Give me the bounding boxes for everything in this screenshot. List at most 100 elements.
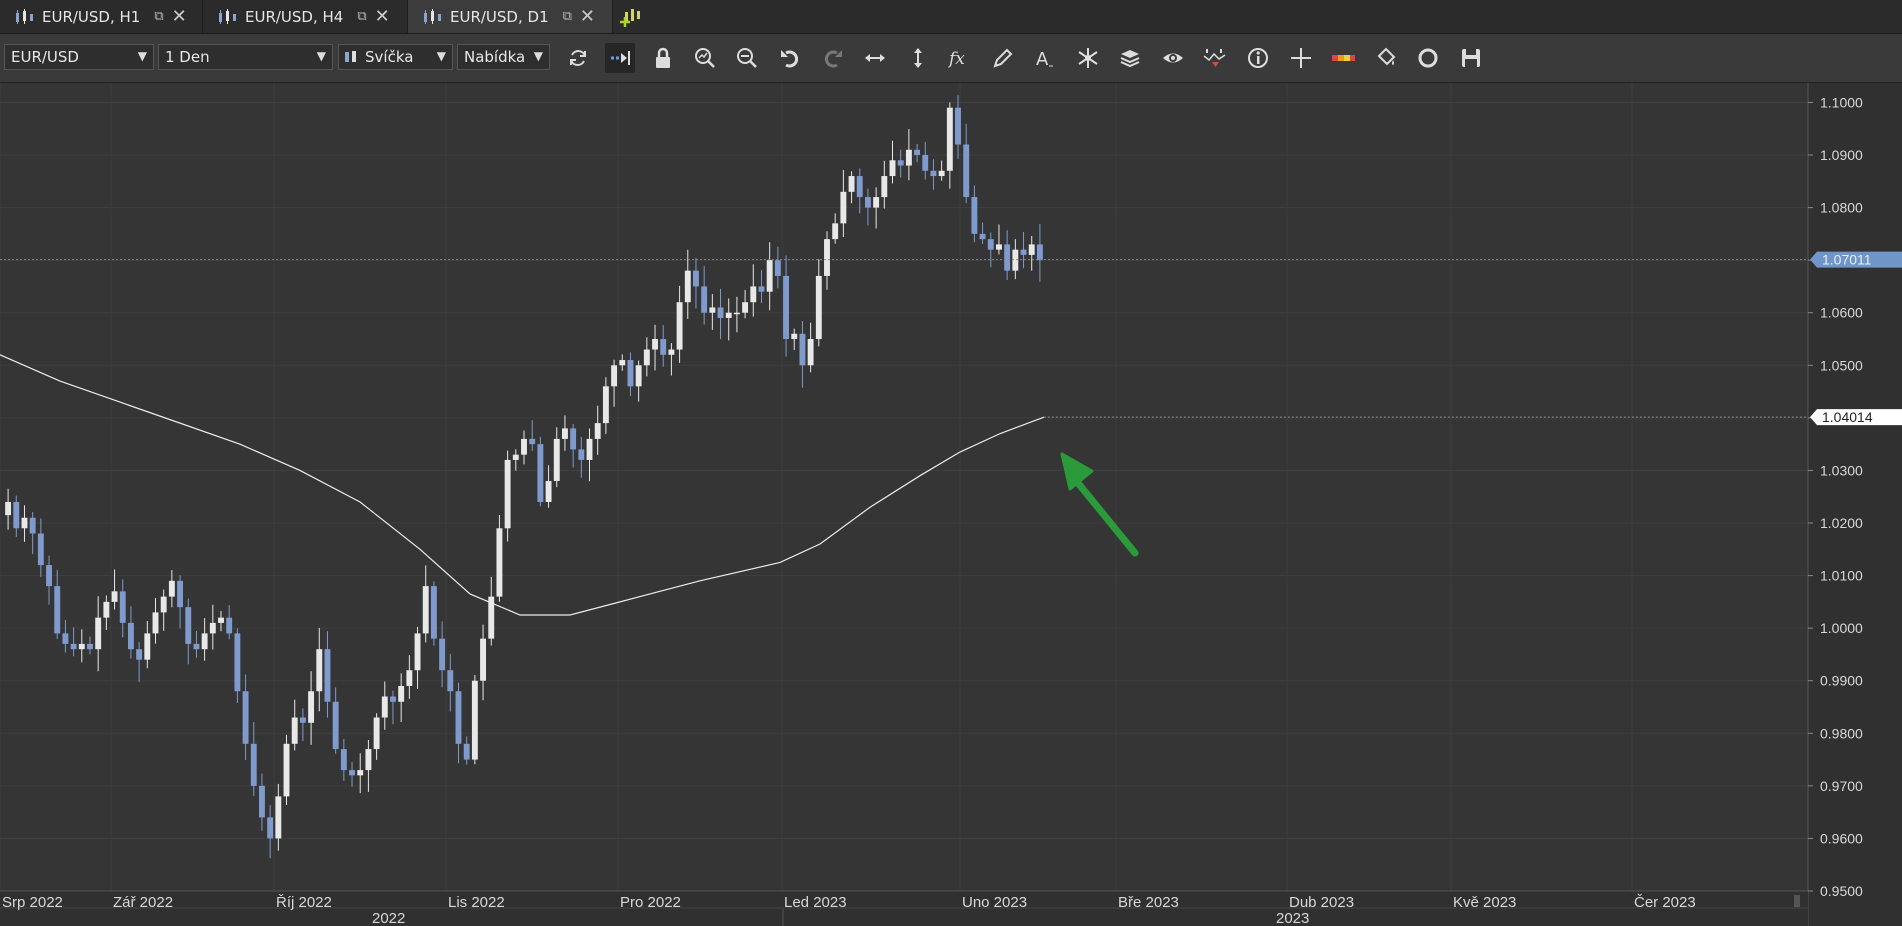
candle-body (897, 160, 904, 166)
x-tick-label: Kvě 2023 (1453, 894, 1516, 911)
candle-body (242, 691, 249, 744)
lock-button[interactable] (648, 43, 678, 73)
candle-body (152, 612, 159, 634)
period-select[interactable]: 1 Den ▼ (158, 44, 333, 70)
zoom-in-icon (695, 48, 715, 68)
candle-body (578, 449, 585, 460)
close-icon[interactable]: ✕ (580, 6, 595, 27)
popout-icon[interactable]: ⧉ (154, 9, 163, 24)
signals-button[interactable] (1200, 43, 1230, 73)
candle-body (259, 785, 265, 818)
chart-tab-eurusd-d1[interactable]: EUR/USD, D1 ⧉ ✕ (408, 0, 613, 33)
y-tick-label: 1.0100 (1820, 568, 1863, 584)
instrument-select[interactable]: EUR/USD ▼ (4, 44, 154, 70)
candle-body (275, 796, 282, 839)
price-chart[interactable]: 1.10001.09001.08001.07001.06001.05001.04… (0, 83, 1902, 926)
candle-body (201, 633, 208, 650)
candle-body (70, 643, 77, 650)
candle-body (1012, 249, 1019, 271)
candle-body (46, 565, 52, 587)
candle-body (684, 270, 691, 303)
theme-colors-button[interactable] (1328, 43, 1358, 73)
candle-body (987, 239, 994, 250)
horizontal-scale-icon (865, 54, 885, 62)
pattern-icon (1078, 48, 1098, 68)
candle-body (111, 591, 118, 602)
candle-body (439, 638, 446, 671)
visibility-button[interactable] (1158, 43, 1188, 73)
candle-body (381, 696, 388, 718)
vertical-scale-button[interactable] (903, 43, 933, 73)
candle-body (37, 533, 44, 566)
candle-body (127, 622, 134, 650)
price-axis[interactable]: 1.10001.09001.08001.07001.06001.05001.04… (1807, 83, 1902, 926)
candle-body (635, 365, 642, 387)
candle-body (414, 633, 421, 671)
indicators-button[interactable]: fx (945, 43, 975, 73)
chart-type-select[interactable]: Svíčka ▼ (338, 44, 453, 70)
time-axis[interactable]: Srp 2022 Zář 2022 Říj 2022 Lis 2022 Pro 2022… (0, 890, 1808, 926)
candle-type-icon (345, 51, 356, 62)
candle-body (758, 286, 765, 292)
candle-body (856, 176, 863, 198)
reset-button[interactable] (1413, 43, 1443, 73)
popout-icon[interactable]: ⧉ (357, 9, 366, 24)
candle-body (136, 649, 143, 660)
save-button[interactable] (1456, 43, 1486, 73)
year-label: 2023 (1276, 910, 1309, 926)
layers-button[interactable] (1115, 43, 1145, 73)
candle-body (815, 275, 822, 340)
chevron-down-icon: ▼ (137, 49, 147, 63)
candle-body (119, 591, 126, 623)
price-side-select[interactable]: Nabídka ▼ (457, 44, 550, 70)
candle-body (709, 307, 716, 313)
patterns-button[interactable] (1073, 43, 1103, 73)
candle-body (471, 680, 478, 760)
fill-button[interactable] (1371, 43, 1401, 73)
zoom-in-button[interactable] (690, 43, 720, 73)
candle-body (742, 302, 749, 313)
candle-body (922, 155, 929, 171)
shift-chart-button[interactable] (605, 43, 635, 73)
candle-body (717, 307, 724, 318)
candle-body (783, 275, 789, 340)
candle-body (13, 501, 20, 529)
candle-body (480, 638, 487, 681)
shift-chart-icon (611, 51, 630, 65)
info-button[interactable] (1243, 43, 1273, 73)
horizontal-scale-button[interactable] (860, 43, 890, 73)
x-tick-label: Dub 2023 (1289, 894, 1354, 911)
zoom-out-button[interactable] (732, 43, 762, 73)
draw-button[interactable] (988, 43, 1018, 73)
chart-tab-eurusd-h4[interactable]: EUR/USD, H4 ⧉ ✕ (203, 0, 408, 33)
popout-icon[interactable]: ⧉ (563, 9, 572, 24)
redo-button[interactable] (818, 43, 848, 73)
undo-button[interactable] (775, 43, 805, 73)
candle-body (799, 333, 806, 366)
x-tick-label: Srp 2022 (2, 894, 63, 911)
refresh-button[interactable] (563, 43, 593, 73)
candle-body (168, 580, 175, 597)
close-icon[interactable]: ✕ (172, 6, 187, 27)
candle-body (324, 649, 331, 702)
close-icon[interactable]: ✕ (375, 6, 390, 27)
refresh-icon (570, 50, 586, 66)
y-tick-label: 1.0000 (1820, 620, 1863, 636)
candle-body (447, 670, 454, 692)
candle-body (791, 333, 798, 340)
text-icon: A (1036, 49, 1053, 70)
x-tick-label: Lis 2022 (448, 894, 505, 911)
crosshair-button[interactable] (1286, 43, 1316, 73)
candle-body (701, 286, 708, 313)
candle-body (357, 770, 364, 776)
candle-body (1028, 244, 1035, 255)
candle-body (619, 360, 626, 366)
chart-tab-eurusd-h1[interactable]: EUR/USD, H1 ⧉ ✕ (0, 0, 203, 33)
layers-icon (1120, 50, 1140, 68)
candle-body (54, 586, 61, 634)
text-button[interactable]: A (1030, 43, 1060, 73)
price-side-value: Nabídka (464, 48, 526, 66)
candle-body (905, 149, 912, 166)
scrollbar-end[interactable] (1794, 895, 1800, 907)
new-chart-tab-button[interactable] (618, 4, 644, 30)
